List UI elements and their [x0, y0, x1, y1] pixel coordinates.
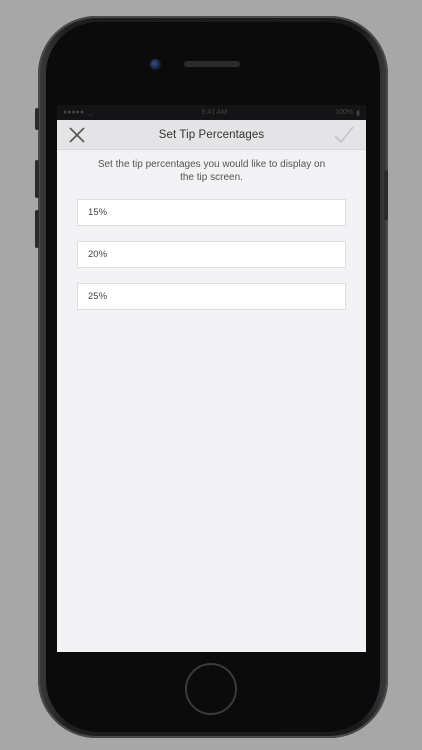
close-icon[interactable] [67, 125, 87, 145]
home-button[interactable] [185, 663, 237, 715]
tip-percentage-field-2[interactable]: 20% [77, 241, 346, 268]
volume-down-button [35, 210, 39, 248]
app-screen: ●●●●● ◡ 9:41 AM 100% ▮ Set Tip Percentag… [57, 105, 366, 652]
instructions-text: Set the tip percentages you would like t… [97, 159, 326, 183]
volume-up-button [35, 160, 39, 198]
status-bar: ●●●●● ◡ 9:41 AM 100% ▮ [57, 105, 366, 120]
tip-percentage-field-1[interactable]: 15% [77, 199, 346, 226]
front-camera [150, 59, 161, 70]
battery-percentage: 100% [335, 109, 354, 116]
navigation-bar: Set Tip Percentages [57, 120, 366, 150]
battery-icon: ▮ [356, 109, 360, 117]
silent-switch [35, 108, 39, 130]
checkmark-icon[interactable] [333, 125, 355, 145]
page-title: Set Tip Percentages [158, 128, 265, 141]
status-time: 9:41 AM [201, 109, 228, 116]
earpiece-speaker [184, 61, 240, 67]
tip-percentage-list: 15% 20% 25% [57, 199, 366, 310]
power-button [384, 170, 388, 220]
wifi-icon: ◡ [87, 109, 94, 117]
signal-indicator: ●●●●● [63, 109, 85, 116]
tip-percentage-field-3[interactable]: 25% [77, 283, 346, 310]
